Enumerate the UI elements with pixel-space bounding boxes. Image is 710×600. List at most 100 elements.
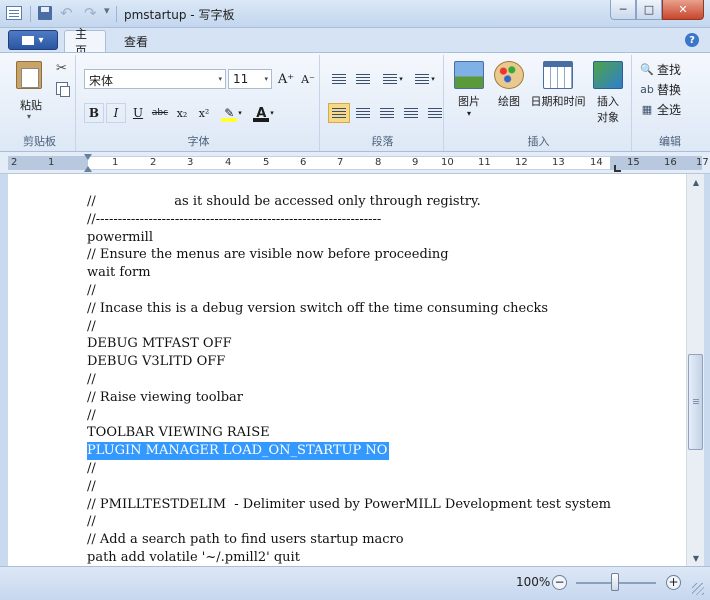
document-line[interactable]: // (87, 478, 96, 496)
chevron-down-icon: ▾ (264, 75, 268, 83)
document-line[interactable]: // (87, 318, 96, 336)
document-area[interactable]: // as it should be accessed only through… (8, 174, 686, 566)
ruler-number: 15 (627, 157, 640, 168)
editing-group: 🔍 查找 ab 替换 ▦ 全选 编辑 (634, 55, 706, 151)
close-button[interactable]: ✕ (662, 0, 704, 20)
paragraph-dialog-button[interactable] (424, 103, 446, 123)
scroll-down-icon[interactable]: ▼ (687, 550, 705, 566)
font-group: 宋体 ▾ 11 ▾ A⁺ A⁻ B I U abc x₂ x² ✎ ▾ A ▾ … (78, 55, 320, 151)
minimize-button[interactable]: ─ (610, 0, 636, 20)
justify-icon (404, 108, 418, 118)
scroll-up-icon[interactable]: ▲ (687, 174, 705, 190)
resize-grip-icon[interactable] (692, 583, 704, 595)
document-line[interactable]: // (87, 282, 96, 300)
scroll-thumb[interactable] (688, 354, 703, 450)
font-size-select[interactable]: 11 ▾ (228, 69, 272, 89)
ruler-number: 7 (337, 157, 344, 168)
document-line[interactable]: // PMILLTESTDELIM - Delimiter used by Po… (87, 496, 611, 514)
document-line[interactable]: // (87, 407, 96, 425)
insert-object-button[interactable]: 插入 对象 (590, 61, 626, 125)
vertical-scrollbar[interactable]: ▲ ▼ (686, 174, 704, 566)
document-line[interactable]: DEBUG MTFAST OFF (87, 335, 232, 353)
zoom-out-button[interactable]: − (552, 575, 567, 590)
replace-label: 替换 (657, 83, 682, 97)
find-button[interactable]: 🔍 查找 (640, 61, 681, 78)
font-color-button[interactable]: A ▾ (250, 103, 280, 123)
document-line[interactable]: wait form (87, 264, 151, 282)
font-size-value: 11 (233, 72, 249, 86)
justify-button[interactable] (400, 103, 422, 123)
increase-indent-icon (356, 74, 370, 84)
document-line[interactable]: // (87, 513, 96, 531)
document-line[interactable]: // Ensure the menus are visible now befo… (87, 246, 449, 264)
selected-text-line[interactable]: PLUGIN MANAGER LOAD_ON_STARTUP NO (87, 442, 390, 461)
paste-label: 粘贴 (20, 99, 42, 112)
copy-icon[interactable] (56, 82, 70, 97)
maximize-button[interactable]: □ (636, 0, 662, 20)
paint-drawing-button[interactable]: 绘图 (492, 61, 526, 109)
select-all-button[interactable]: ▦ 全选 (640, 101, 681, 118)
tab-stop-marker[interactable] (614, 165, 621, 172)
tab-view[interactable]: 查看 (114, 30, 158, 52)
document-line[interactable]: //--------------------------------------… (87, 211, 381, 229)
cut-icon[interactable]: ✂ (56, 61, 67, 76)
redo-icon[interactable]: ↷ (84, 4, 97, 22)
subscript-button[interactable]: x₂ (172, 103, 192, 123)
replace-button[interactable]: ab 替换 (640, 81, 681, 98)
save-icon[interactable] (38, 6, 52, 20)
document-line[interactable]: // as it should be accessed only through… (87, 193, 481, 211)
quick-access-more-icon[interactable]: ▾ (104, 4, 110, 17)
window-title: pmstartup - 写字板 (124, 8, 235, 22)
document-line[interactable]: // Raise viewing toolbar (87, 389, 243, 407)
increase-indent-button[interactable] (352, 69, 374, 89)
replace-icon: ab (640, 83, 654, 96)
align-left-button[interactable] (328, 103, 350, 123)
horizontal-ruler[interactable]: 2 1 1 2 3 4 5 6 7 8 9 10 11 12 13 14 15 16 17 (0, 152, 710, 174)
document-line[interactable]: // (87, 460, 96, 478)
document-line[interactable]: // (87, 371, 96, 389)
zoom-slider-thumb[interactable] (611, 573, 619, 591)
tab-home[interactable]: 主页 (64, 27, 106, 58)
list-button[interactable]: ▾ (378, 69, 408, 89)
underline-button[interactable]: U (128, 103, 148, 123)
date-time-button[interactable]: 日期和时间 (530, 61, 586, 109)
superscript-button[interactable]: x² (194, 103, 214, 123)
decrease-indent-button[interactable] (328, 69, 350, 89)
ruler-number: 5 (263, 157, 270, 168)
wordpad-app-icon[interactable] (6, 6, 22, 20)
insert-picture-label: 图片 (458, 95, 480, 108)
help-icon[interactable]: ? (685, 33, 699, 47)
ruler-number: 9 (412, 157, 419, 168)
status-bar: 100% − + (0, 566, 710, 600)
line-spacing-button[interactable]: ▾ (410, 69, 440, 89)
document-line[interactable]: path add volatile '~/.pmill2' quit (87, 549, 300, 566)
document-line[interactable]: // Add a search path to find users start… (87, 531, 404, 549)
app-menu-button[interactable]: ▾ (8, 30, 58, 50)
bold-button[interactable]: B (84, 103, 104, 123)
document-line[interactable]: // Incase this is a debug version switch… (87, 300, 548, 318)
indent-marker[interactable] (84, 154, 92, 172)
align-right-button[interactable] (376, 103, 398, 123)
select-all-label: 全选 (657, 103, 682, 117)
strikethrough-button[interactable]: abc (150, 103, 170, 123)
ruler-number: 16 (664, 157, 677, 168)
document-line[interactable]: powermill (87, 229, 153, 247)
shrink-font-button[interactable]: A⁻ (298, 69, 318, 89)
ruler-number: 10 (441, 157, 454, 168)
grow-font-button[interactable]: A⁺ (276, 69, 296, 89)
line-spacing-icon (415, 74, 430, 84)
document-line[interactable]: TOOLBAR VIEWING RAISE (87, 424, 270, 442)
title-separator (116, 6, 117, 22)
paste-dropdown-icon[interactable]: ▾ (27, 112, 31, 121)
document-line[interactable]: DEBUG V3LITD OFF (87, 353, 225, 371)
chevron-down-icon: ▾ (466, 109, 471, 118)
align-center-button[interactable] (352, 103, 374, 123)
insert-picture-button[interactable]: 图片 ▾ (452, 61, 486, 118)
font-family-select[interactable]: 宋体 ▾ (84, 69, 226, 89)
ruler-number: 1 (48, 157, 55, 168)
undo-icon[interactable]: ↶ (60, 4, 73, 22)
highlight-button[interactable]: ✎ ▾ (218, 103, 248, 123)
zoom-in-button[interactable]: + (666, 575, 681, 590)
ruler-number: 6 (300, 157, 307, 168)
italic-button[interactable]: I (106, 103, 126, 123)
